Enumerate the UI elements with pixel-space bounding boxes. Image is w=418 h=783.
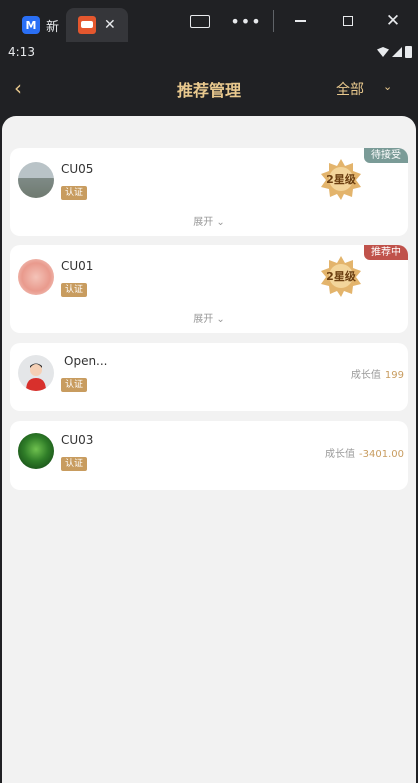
- user-name: CU03: [61, 433, 94, 447]
- chevron-down-icon[interactable]: ⌄: [383, 80, 392, 93]
- expand-toggle[interactable]: 展开 ⌄: [10, 213, 408, 228]
- more-icon[interactable]: •••: [230, 8, 260, 34]
- battery-icon: [405, 46, 412, 58]
- level-medal: 2星级: [320, 255, 362, 297]
- level-text: 2星级: [326, 173, 356, 186]
- certified-badge: 认证: [61, 283, 87, 297]
- signal-icon: [392, 47, 402, 57]
- growth-value: 成长值 199: [350, 370, 404, 381]
- avatar: [18, 433, 54, 469]
- growth-value: 成长值 -3401.00: [325, 449, 404, 460]
- filter-dropdown[interactable]: 全部: [336, 79, 364, 99]
- certified-badge: 认证: [61, 378, 87, 392]
- expand-toggle[interactable]: 展开 ⌄: [10, 310, 408, 325]
- status-time: 4:13: [8, 45, 35, 59]
- avatar: [18, 259, 54, 295]
- certified-badge: 认证: [61, 457, 87, 471]
- keyboard-icon[interactable]: [189, 8, 211, 34]
- level-text: 2星级: [326, 270, 356, 283]
- tab-active[interactable]: ✕: [66, 8, 128, 42]
- chevron-down-icon: ⌄: [216, 314, 225, 325]
- user-name: Open...: [64, 354, 108, 368]
- wifi-icon: [377, 47, 389, 57]
- content-area: CU05 认证 待接受 2星级 展开 ⌄ CU01 认证 推荐中 2星级 展开 …: [2, 116, 416, 783]
- list-item[interactable]: Open... 认证 成长值 199: [10, 343, 408, 411]
- certified-badge: 认证: [61, 186, 87, 200]
- avatar: [18, 355, 54, 391]
- chevron-down-icon: ⌄: [216, 217, 225, 228]
- close-tab-icon[interactable]: ✕: [104, 17, 116, 33]
- list-item[interactable]: CU03 认证 成长值 -3401.00: [10, 421, 408, 490]
- maximize-button[interactable]: [336, 8, 360, 34]
- divider: [273, 10, 274, 32]
- status-badge: 待接受: [364, 148, 408, 163]
- level-medal: 2星级: [320, 158, 362, 200]
- tab-first[interactable]: M 新: [12, 8, 66, 42]
- list-item[interactable]: CU01 认证 推荐中 2星级 展开 ⌄: [10, 245, 408, 333]
- avatar: [18, 162, 54, 198]
- status-badge: 推荐中: [364, 245, 408, 260]
- user-name: CU01: [61, 259, 94, 273]
- app-card-icon: [78, 16, 96, 34]
- list-item[interactable]: CU05 认证 待接受 2星级 展开 ⌄: [10, 148, 408, 236]
- app-header: ‹ 推荐管理 全部 ⌄: [0, 64, 418, 116]
- status-bar: 4:13: [0, 42, 418, 64]
- minimize-button[interactable]: [288, 8, 312, 34]
- close-window-button[interactable]: ✕: [381, 8, 405, 34]
- tab-title: 新: [46, 19, 60, 35]
- user-name: CU05: [61, 162, 94, 176]
- browser-chrome: M 新 ✕ ••• ✕: [0, 0, 418, 42]
- app-m-icon: M: [22, 16, 40, 34]
